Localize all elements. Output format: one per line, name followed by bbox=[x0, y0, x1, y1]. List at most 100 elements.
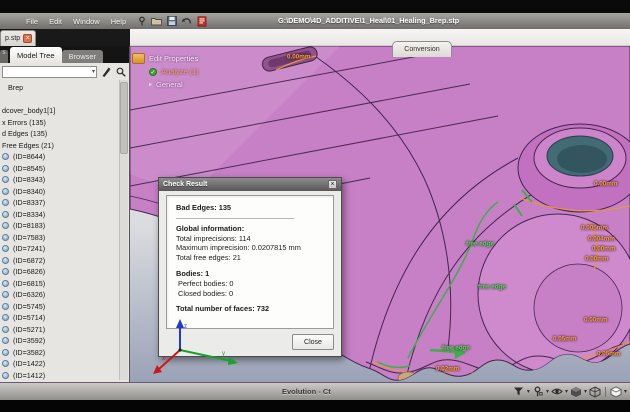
pin-icon[interactable] bbox=[136, 16, 147, 27]
node-sphere-icon bbox=[2, 188, 9, 195]
tree-item[interactable]: Free Edges (21) bbox=[0, 140, 129, 152]
tree-scrollbar[interactable] bbox=[119, 80, 128, 380]
tree-item[interactable]: (ID=5714) bbox=[0, 312, 129, 324]
window-bottom-strip bbox=[0, 400, 630, 412]
tree-item[interactable]: (ID=8337) bbox=[0, 197, 129, 209]
tab-model-tree[interactable]: Model Tree bbox=[10, 47, 62, 63]
tree-item[interactable]: (ID=1412) bbox=[0, 370, 129, 382]
tree-item-label: x Errors (135) bbox=[2, 118, 46, 127]
tree-item[interactable]: Brep bbox=[0, 82, 129, 94]
axis-y-label: y bbox=[222, 351, 225, 357]
chevron-down-icon[interactable]: ▾ bbox=[546, 388, 549, 395]
dialog-content: Bad Edges: 135 Global information:Total i… bbox=[166, 195, 334, 329]
node-sphere-icon bbox=[2, 314, 9, 321]
tree-scrollbar-thumb[interactable] bbox=[120, 82, 128, 154]
chevron-down-icon[interactable]: ▾ bbox=[527, 388, 530, 395]
chevron-right-icon[interactable]: ▸ bbox=[149, 81, 152, 88]
chevron-down-icon[interactable]: ▾ bbox=[92, 68, 95, 75]
tree-item-label: (ID=8545) bbox=[13, 164, 45, 173]
filter-edit-icon[interactable] bbox=[99, 65, 112, 78]
tree-item[interactable]: (ID=3582) bbox=[0, 347, 129, 359]
undo-icon[interactable] bbox=[181, 16, 192, 27]
close-tab-icon[interactable]: × bbox=[23, 34, 32, 43]
node-sphere-icon bbox=[2, 349, 9, 356]
window-top-strip bbox=[0, 0, 630, 13]
tree-item-label: (ID=5714) bbox=[13, 313, 45, 322]
measurement-annotation: 0.004mm bbox=[588, 236, 615, 243]
tree-item[interactable]: (ID=6826) bbox=[0, 266, 129, 278]
tree-item[interactable]: (ID=6872) bbox=[0, 255, 129, 267]
analyze-item[interactable]: Analyze (1) bbox=[161, 67, 199, 76]
dialog-line: Bad Edges: 135 bbox=[176, 203, 324, 213]
eye-icon[interactable] bbox=[551, 386, 563, 398]
tree-item-label: (ID=5745) bbox=[13, 302, 45, 311]
tree-item[interactable]: (ID=1422) bbox=[0, 358, 129, 370]
chevron-down-icon[interactable]: ▾ bbox=[584, 388, 587, 395]
tree-item-label: (ID=6326) bbox=[13, 290, 45, 299]
tab-browser[interactable]: Browser bbox=[62, 50, 104, 63]
shaded-cube-icon[interactable] bbox=[570, 386, 582, 398]
tree-item[interactable]: (ID=8545) bbox=[0, 163, 129, 175]
node-sphere-icon bbox=[2, 165, 9, 172]
tree-filter-input[interactable]: ▾ bbox=[2, 66, 97, 78]
partial-tab[interactable]: s bbox=[0, 50, 8, 63]
dialog-line: Total imprecisions: 114 bbox=[176, 234, 324, 244]
chevron-down-icon[interactable]: ▾ bbox=[624, 388, 627, 395]
dialog-line: Global information: bbox=[176, 224, 324, 234]
tree-item[interactable]: (ID=6326) bbox=[0, 289, 129, 301]
tree-item[interactable]: (ID=8343) bbox=[0, 174, 129, 186]
conversion-button[interactable]: Conversion bbox=[392, 41, 452, 57]
measurement-annotation: 0.00mm bbox=[592, 246, 615, 253]
tree-item[interactable]: (ID=8340) bbox=[0, 186, 129, 198]
document-tab[interactable]: p.stp × bbox=[0, 30, 36, 46]
solid-cube-icon[interactable] bbox=[610, 386, 622, 398]
session-log-icon[interactable] bbox=[196, 16, 207, 27]
tree-item[interactable]: dcover_body1[1] bbox=[0, 105, 129, 117]
tree-item-label: (ID=6872) bbox=[13, 256, 45, 265]
close-button[interactable]: Close bbox=[292, 334, 334, 350]
menubar-icons bbox=[136, 16, 207, 27]
search-icon[interactable] bbox=[114, 65, 127, 78]
axis-x-label: x bbox=[162, 356, 165, 362]
dialog-title-bar[interactable]: Check Result × bbox=[159, 178, 341, 191]
open-folder-icon[interactable] bbox=[151, 16, 162, 27]
wireframe-cube-icon[interactable] bbox=[589, 386, 601, 398]
tree-item[interactable]: (ID=8334) bbox=[0, 209, 129, 221]
dialog-line: Total number of faces: 732 bbox=[176, 304, 324, 314]
save-icon[interactable] bbox=[166, 16, 177, 27]
tree-item-label: (ID=8334) bbox=[13, 210, 45, 219]
menu-item[interactable]: File bbox=[26, 17, 38, 26]
tree-item[interactable]: (ID=5745) bbox=[0, 301, 129, 313]
tree-item-label: (ID=6826) bbox=[13, 267, 45, 276]
document-tab-label: p.stp bbox=[5, 35, 20, 42]
menu-item[interactable]: Help bbox=[111, 17, 126, 26]
measurement-annotation: free edge bbox=[478, 284, 506, 291]
tree-item[interactable]: (ID=8644) bbox=[0, 151, 129, 163]
tree-item-label: (ID=7583) bbox=[13, 233, 45, 242]
edit-properties-overlay: Edit Properties ✓ Analyze (1) ▸ General bbox=[132, 52, 199, 91]
measurement-annotation: 0.05mm bbox=[597, 351, 620, 358]
close-icon[interactable]: × bbox=[328, 180, 337, 189]
chevron-down-icon[interactable]: ▾ bbox=[565, 388, 568, 395]
menu-item[interactable]: Edit bbox=[49, 17, 62, 26]
general-item[interactable]: General bbox=[156, 80, 183, 89]
tree-item[interactable]: (ID=8183) bbox=[0, 220, 129, 232]
pin-icon[interactable] bbox=[532, 386, 544, 398]
tree-item[interactable]: (ID=7583) bbox=[0, 232, 129, 244]
tree-item[interactable]: (ID=7241) bbox=[0, 243, 129, 255]
node-sphere-icon bbox=[2, 268, 9, 275]
node-sphere-icon bbox=[2, 280, 9, 287]
node-sphere-icon bbox=[2, 337, 9, 344]
tree-item-label: d Edges (135) bbox=[2, 129, 47, 138]
tree-item[interactable]: (ID=5271) bbox=[0, 324, 129, 336]
filter-icon[interactable] bbox=[513, 386, 525, 398]
tree-item[interactable]: x Errors (135) bbox=[0, 117, 129, 129]
measurement-annotation: 0.02mm bbox=[436, 366, 459, 373]
tree-item[interactable]: (ID=6815) bbox=[0, 278, 129, 290]
tree-item[interactable]: d Edges (135) bbox=[0, 128, 129, 140]
tree-item[interactable] bbox=[0, 94, 129, 106]
menu-item[interactable]: Window bbox=[73, 17, 100, 26]
tree-item-label: (ID=8183) bbox=[13, 221, 45, 230]
tree-item[interactable]: (ID=3592) bbox=[0, 335, 129, 347]
dialog-line: Total free edges: 21 bbox=[176, 253, 324, 263]
